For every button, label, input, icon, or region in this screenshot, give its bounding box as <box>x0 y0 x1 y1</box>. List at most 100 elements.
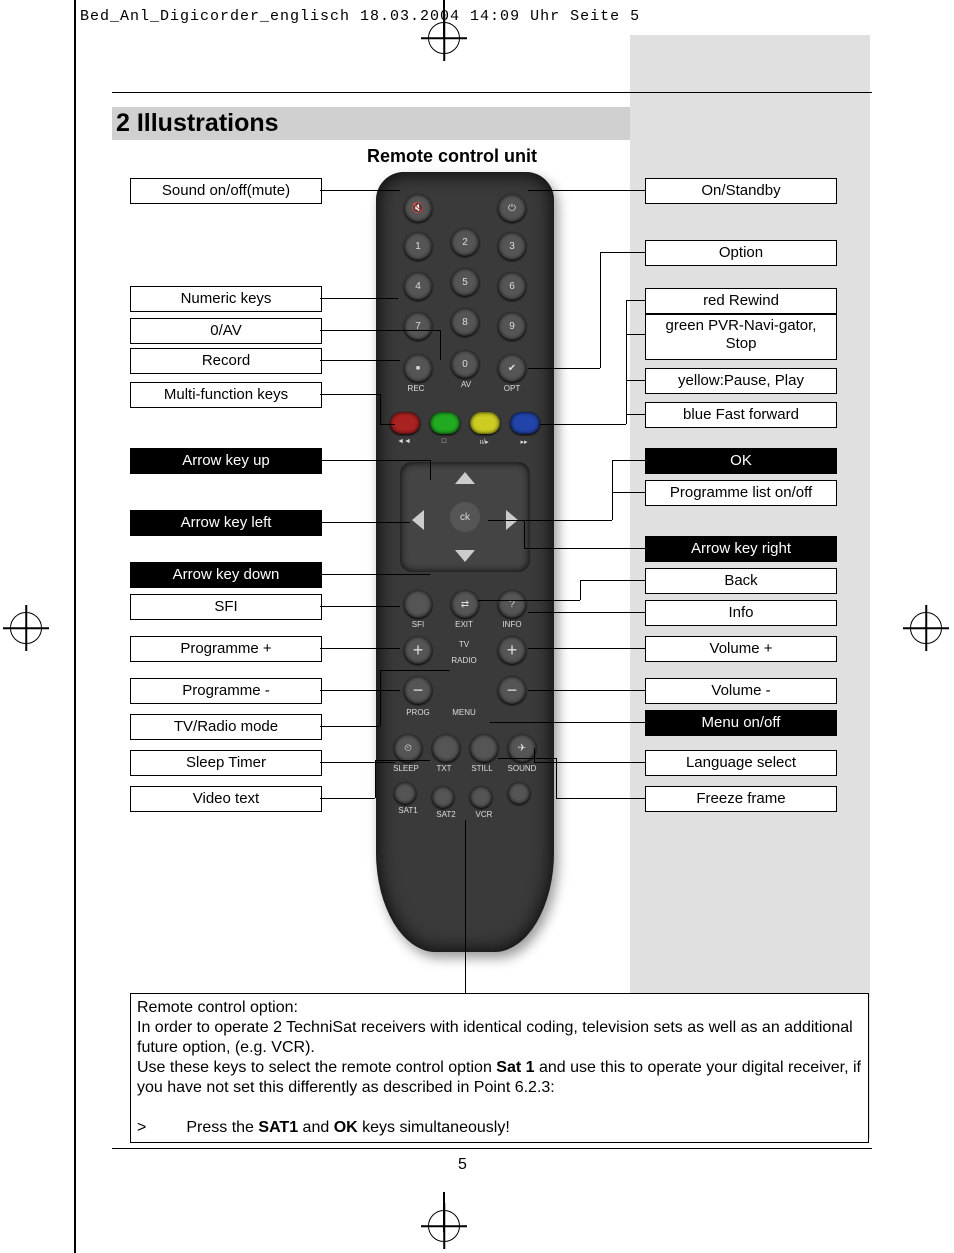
label-sleep: Sleep Timer <box>130 750 322 776</box>
subtitle: Remote control unit <box>212 146 692 167</box>
label-back: Back <box>645 568 837 594</box>
label-red: red Rewind <box>645 288 837 314</box>
sfi-label: SFI <box>398 620 438 629</box>
label-record: Record <box>130 348 322 374</box>
vol-minus: − <box>498 676 526 704</box>
registration-mark <box>10 612 42 644</box>
txt-label: TXT <box>424 764 464 773</box>
leader <box>320 574 430 575</box>
sat2-label: SAT2 <box>426 810 466 819</box>
sleep-label: SLEEP <box>386 764 426 773</box>
label-arrow-right: Arrow key right <box>645 536 837 562</box>
leader <box>375 760 430 761</box>
leader <box>626 380 645 381</box>
crop-mark <box>443 1192 445 1232</box>
leader <box>375 760 376 798</box>
leader <box>626 414 645 415</box>
label-menu: Menu on/off <box>645 710 837 736</box>
label-info: Info <box>645 600 837 626</box>
label-numeric: Numeric keys <box>130 286 322 312</box>
rec-btn: ■ <box>404 354 432 382</box>
menu-label: MENU <box>444 708 484 717</box>
arrow-left-icon <box>412 510 424 530</box>
key-2: 2 <box>451 228 479 256</box>
mute-icon: 🔇 <box>404 194 432 222</box>
sat1-btn <box>394 782 416 804</box>
key-5: 5 <box>451 268 479 296</box>
leader <box>626 334 645 335</box>
key-7: 7 <box>404 312 432 340</box>
leader <box>320 762 395 763</box>
label-vol-plus: Volume + <box>645 636 837 662</box>
tv-label: TV <box>444 640 484 649</box>
leader <box>320 726 380 727</box>
vcr-label: VCR <box>464 810 504 819</box>
key-6: 6 <box>498 272 526 300</box>
prog-minus: − <box>404 676 432 704</box>
label-multi: Multi-function keys <box>130 382 322 408</box>
green-btn <box>430 412 460 434</box>
label-vol-minus: Volume - <box>645 678 837 704</box>
leader <box>580 580 581 600</box>
rule <box>112 1148 872 1149</box>
leader <box>320 394 380 395</box>
leader <box>320 648 400 649</box>
leader <box>580 580 645 581</box>
leader <box>556 798 645 799</box>
crop-mark <box>74 0 76 1253</box>
leader <box>534 748 535 762</box>
leader <box>626 300 627 414</box>
leader <box>430 460 431 480</box>
play-icon: ıı/▸ <box>464 438 504 446</box>
label-yellow: yellow:Pause, Play <box>645 368 837 394</box>
label-mute: Sound on/off(mute) <box>130 178 322 204</box>
leader <box>528 690 645 691</box>
page-number: 5 <box>458 1156 467 1174</box>
remote-option-note: Remote control option: In order to opera… <box>130 993 869 1143</box>
note-sat1: Sat 1 <box>496 1059 534 1076</box>
info-btn: ? <box>498 590 526 618</box>
label-standby: On/Standby <box>645 178 837 204</box>
print-header: Bed_Anl_Digicorder_englisch 18.03.2004 1… <box>80 8 640 25</box>
yellow-btn <box>470 412 500 434</box>
sleep-btn: ⏲ <box>394 734 422 762</box>
section-title: 2 Illustrations <box>112 107 630 140</box>
label-blue: blue Fast forward <box>645 402 837 428</box>
prog-label: PROG <box>398 708 438 717</box>
radio-label: RADIO <box>444 656 484 665</box>
arrow-up-icon <box>455 472 475 484</box>
label-proglist: Programme list on/off <box>645 480 837 506</box>
label-arrow-up: Arrow key up <box>130 448 322 474</box>
ok-btn: ck <box>450 502 480 532</box>
sfi-btn <box>404 590 432 618</box>
leader <box>478 600 580 601</box>
leader <box>320 690 400 691</box>
leader <box>320 190 400 191</box>
label-videotext: Video text <box>130 786 322 812</box>
leader <box>320 460 430 461</box>
bullet: > <box>137 1119 146 1136</box>
vcr-btn <box>470 786 492 808</box>
leader <box>440 330 441 360</box>
label-freeze: Freeze frame <box>645 786 837 812</box>
leader <box>320 606 400 607</box>
note-line4a: Press the <box>186 1119 258 1136</box>
label-sfi: SFI <box>130 594 322 620</box>
vol-plus: + <box>498 636 526 664</box>
label-ok: OK <box>645 448 837 474</box>
still-label: STILL <box>462 764 502 773</box>
arrow-down-icon <box>455 550 475 562</box>
red-btn <box>390 412 420 434</box>
registration-mark <box>910 612 942 644</box>
rewind-icon: ◄◄ <box>384 438 424 445</box>
label-language: Language select <box>645 750 837 776</box>
rec-label: REC <box>396 384 436 393</box>
note-line3a: Use these keys to select the remote cont… <box>137 1059 496 1076</box>
leader <box>612 460 613 520</box>
tv-btn <box>508 782 530 804</box>
ffwd-icon: ▸▸ <box>504 438 544 446</box>
label-prog-plus: Programme + <box>130 636 322 662</box>
exit-btn: ⇄ <box>451 590 479 618</box>
opt-label: OPT <box>492 384 532 393</box>
leader <box>528 368 600 369</box>
